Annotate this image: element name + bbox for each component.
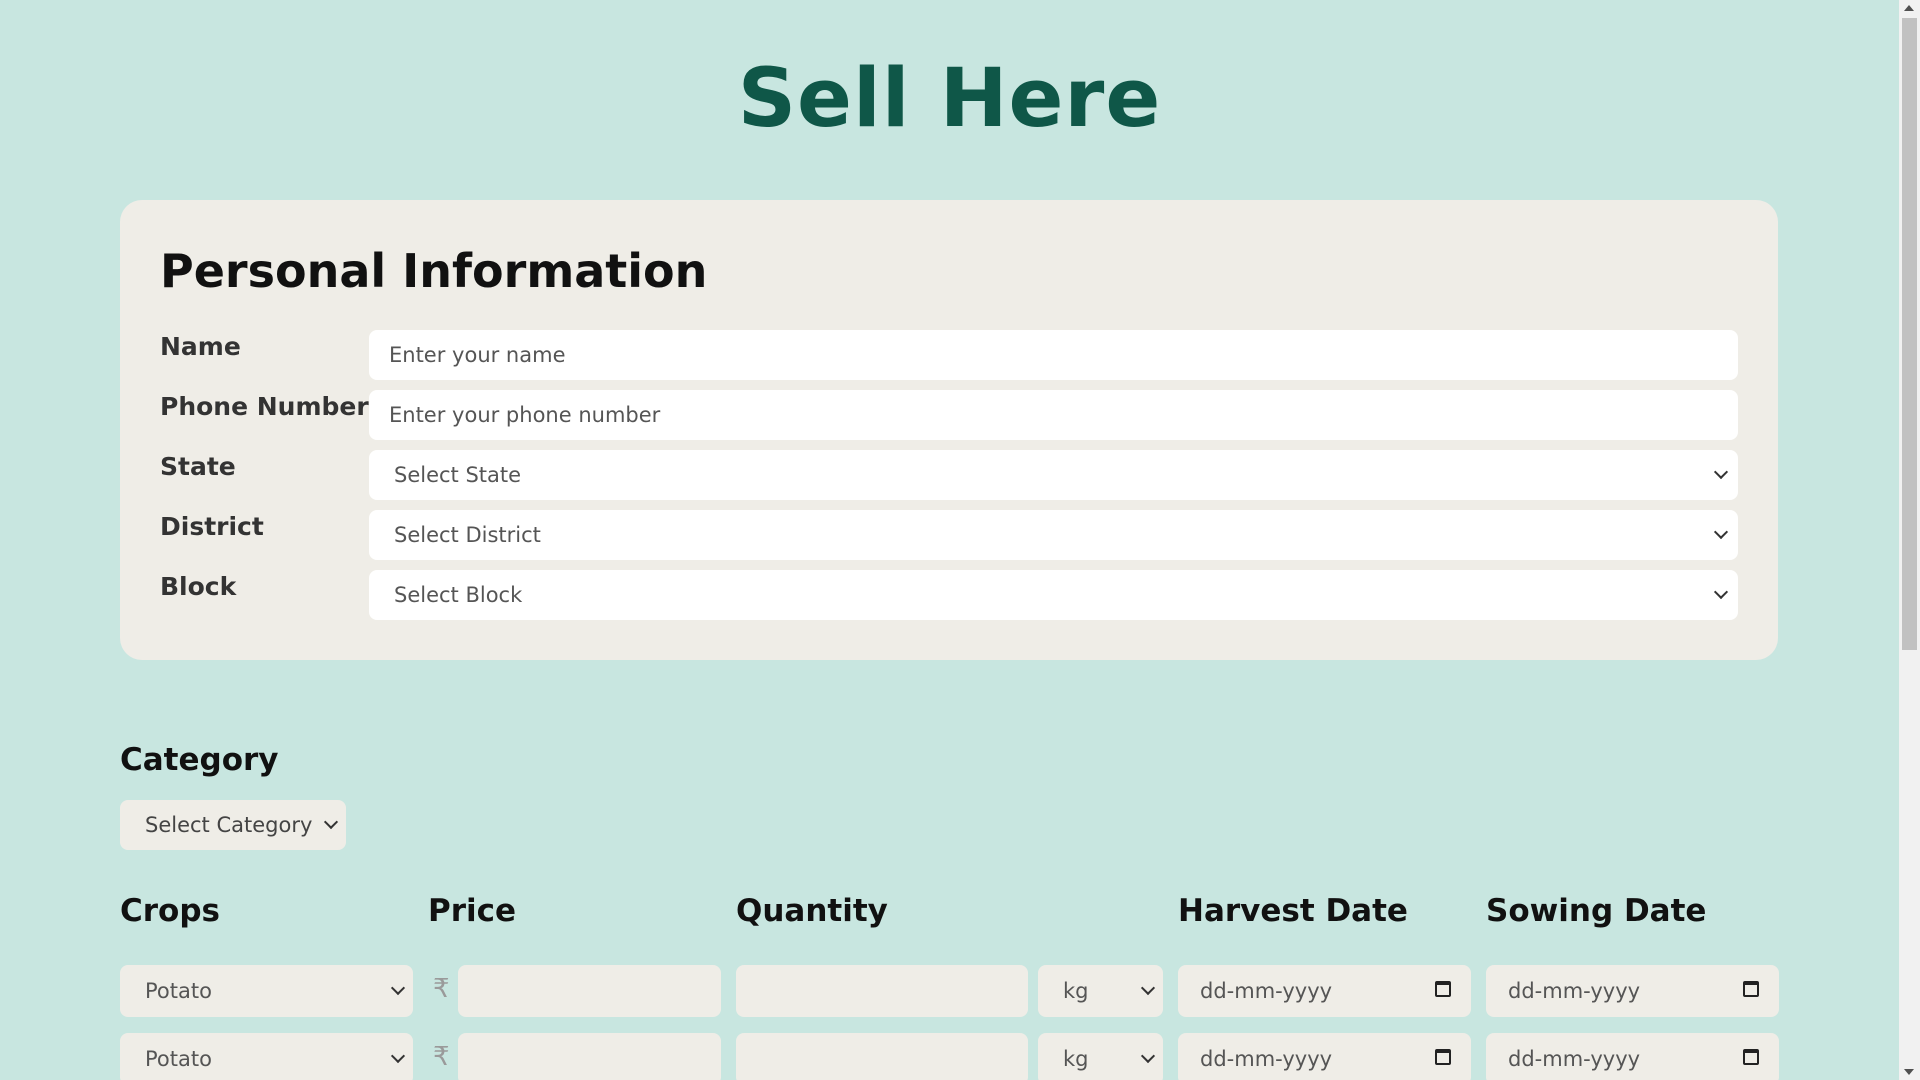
sowing-date-value: dd-mm-yyyy	[1508, 1047, 1641, 1071]
state-row: State Select State	[160, 450, 1738, 500]
scroll-up-arrow-icon[interactable]	[1904, 5, 1914, 11]
vertical-scrollbar[interactable]	[1899, 0, 1920, 1080]
category-label: Category	[120, 742, 279, 778]
calendar-icon[interactable]	[1743, 981, 1759, 997]
sowing-date-input[interactable]: dd-mm-yyyy	[1486, 1033, 1779, 1080]
harvest-date-value: dd-mm-yyyy	[1200, 1047, 1333, 1071]
rupee-icon: ₹	[433, 974, 450, 1004]
chevron-down-icon	[1713, 584, 1729, 600]
state-select[interactable]: Select State	[369, 450, 1738, 500]
district-row: District Select District	[160, 510, 1738, 560]
page: Sell Here Personal Information Name Phon…	[0, 0, 1899, 1080]
category-select[interactable]: Select Category	[120, 800, 346, 850]
crop-select-value: Potato	[145, 1047, 212, 1071]
sowing-date-header: Sowing Date	[1486, 893, 1707, 929]
page-title: Sell Here	[737, 52, 1162, 146]
personal-info-heading: Personal Information	[160, 244, 708, 298]
harvest-date-value: dd-mm-yyyy	[1200, 979, 1333, 1003]
unit-select-value: kg	[1063, 979, 1089, 1003]
price-header: Price	[428, 893, 517, 929]
chevron-down-icon	[323, 814, 339, 830]
sowing-date-input[interactable]: dd-mm-yyyy	[1486, 965, 1779, 1017]
chevron-down-icon	[390, 1048, 406, 1064]
crops-header: Crops	[120, 893, 220, 929]
block-row: Block Select Block	[160, 570, 1738, 620]
phone-label: Phone Number	[160, 392, 369, 421]
name-label: Name	[160, 332, 241, 361]
calendar-icon[interactable]	[1435, 981, 1451, 997]
chevron-down-icon	[1713, 524, 1729, 540]
scroll-down-arrow-icon[interactable]	[1904, 1069, 1914, 1075]
state-label: State	[160, 452, 236, 481]
phone-input[interactable]	[369, 390, 1738, 440]
quantity-input[interactable]	[736, 1033, 1028, 1080]
name-input[interactable]	[369, 330, 1738, 380]
price-input[interactable]	[458, 965, 721, 1017]
price-input[interactable]	[458, 1033, 721, 1080]
harvest-date-input[interactable]: dd-mm-yyyy	[1178, 1033, 1471, 1080]
harvest-date-header: Harvest Date	[1178, 893, 1408, 929]
unit-select[interactable]: kg	[1038, 965, 1163, 1017]
calendar-icon[interactable]	[1435, 1049, 1451, 1065]
calendar-icon[interactable]	[1743, 1049, 1759, 1065]
quantity-input[interactable]	[736, 965, 1028, 1017]
chevron-down-icon	[390, 980, 406, 996]
block-select-value: Select Block	[394, 583, 523, 607]
scrollbar-thumb[interactable]	[1902, 18, 1917, 650]
chevron-down-icon	[1713, 464, 1729, 480]
personal-info-card: Personal Information Name Phone Number S…	[120, 200, 1778, 660]
block-select[interactable]: Select Block	[369, 570, 1738, 620]
quantity-header: Quantity	[736, 893, 888, 929]
block-label: Block	[160, 572, 237, 601]
harvest-date-input[interactable]: dd-mm-yyyy	[1178, 965, 1471, 1017]
chevron-down-icon	[1140, 980, 1156, 996]
category-select-value: Select Category	[145, 813, 313, 837]
unit-select-value: kg	[1063, 1047, 1089, 1071]
sowing-date-value: dd-mm-yyyy	[1508, 979, 1641, 1003]
chevron-down-icon	[1140, 1048, 1156, 1064]
district-select-value: Select District	[394, 523, 541, 547]
name-row: Name	[160, 330, 1738, 380]
rupee-icon: ₹	[433, 1042, 450, 1072]
state-select-value: Select State	[394, 463, 522, 487]
district-select[interactable]: Select District	[369, 510, 1738, 560]
crop-select-value: Potato	[145, 979, 212, 1003]
unit-select[interactable]: kg	[1038, 1033, 1163, 1080]
crop-select[interactable]: Potato	[120, 1033, 413, 1080]
crop-select[interactable]: Potato	[120, 965, 413, 1017]
phone-row: Phone Number	[160, 390, 1738, 440]
district-label: District	[160, 512, 264, 541]
